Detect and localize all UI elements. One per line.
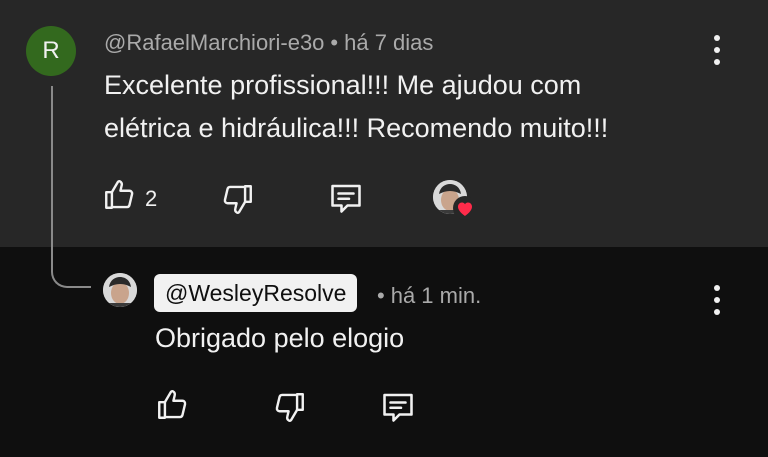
comment-time[interactable]: há 7 dias [344, 30, 433, 55]
like-icon[interactable] [102, 178, 136, 212]
dislike-icon[interactable] [273, 390, 307, 424]
avatar-letter: R [42, 37, 60, 64]
author-avatar[interactable]: R [26, 26, 76, 76]
dislike-icon[interactable] [221, 182, 255, 216]
more-icon[interactable] [705, 35, 729, 65]
comment-meta: @RafaelMarchiori-e3o • há 7 dias [104, 30, 433, 56]
reply-time[interactable]: há 1 min. [391, 283, 482, 308]
comment-text: Excelente profissional!!! Me ajudou com … [104, 64, 608, 150]
comment-text-line: Excelente profissional!!! Me ajudou com [104, 70, 582, 100]
reply-author-mention[interactable]: @WesleyResolve [154, 274, 358, 312]
meta-separator: • [377, 283, 385, 308]
reply-icon[interactable] [380, 389, 416, 425]
more-icon[interactable] [705, 285, 729, 315]
like-count: 2 [145, 186, 158, 211]
like-icon[interactable] [155, 388, 189, 422]
comment-text-line: elétrica e hidráulica!!! Recomendo muito… [104, 113, 609, 143]
meta-separator: • [330, 30, 339, 55]
reply-icon[interactable] [328, 180, 364, 216]
reply-meta: • há 1 min. [377, 283, 481, 309]
reply-author-avatar[interactable] [103, 273, 137, 307]
creator-heart-icon [452, 196, 478, 225]
thread-connector-line [51, 86, 91, 288]
author-name[interactable]: @RafaelMarchiori-e3o [104, 30, 324, 55]
reply-text: Obrigado pelo elogio [155, 323, 405, 353]
